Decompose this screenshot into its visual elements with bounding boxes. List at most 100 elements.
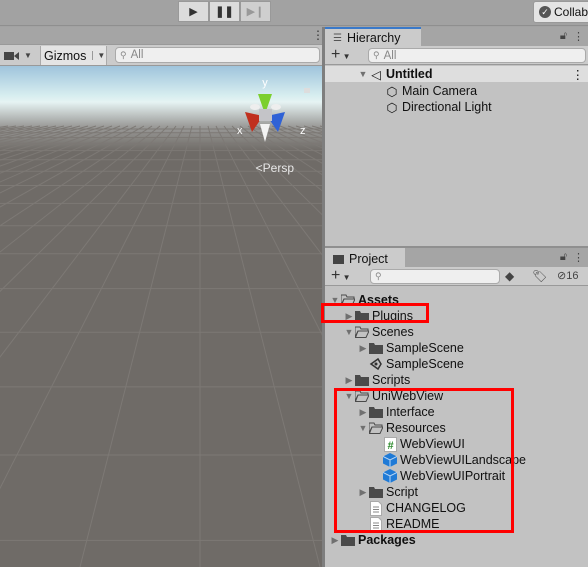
tab-hierarchy[interactable]: ☰ Hierarchy xyxy=(325,27,421,46)
add-button[interactable]: + ▼ xyxy=(331,46,350,64)
tree-item-label: SampleScene xyxy=(386,341,464,355)
pause-button[interactable]: ❚❚ xyxy=(209,1,240,22)
check-icon: ✓ xyxy=(539,6,551,18)
scene-toolbar: ▼ Gizmos ▼ ⚲ All xyxy=(0,45,322,66)
grid-line xyxy=(0,125,49,137)
expand-arrow-icon[interactable]: ▶ xyxy=(329,535,341,546)
main-toolbar: ▶ ❚❚ ▶❙ ✓ Collab xyxy=(0,0,588,26)
gameobject-icon: ⬡ xyxy=(386,84,398,99)
tree-item[interactable]: ▶ Packages xyxy=(329,532,416,548)
chevron-down-icon: ▼ xyxy=(340,273,351,282)
grid-line xyxy=(0,125,137,194)
lock-icon[interactable] xyxy=(304,88,310,93)
grid-line xyxy=(311,125,322,130)
scene-icon xyxy=(369,357,383,371)
search-placeholder: All xyxy=(383,49,397,62)
z-axis-label: z xyxy=(300,125,306,137)
hidden-count: 16 xyxy=(566,270,579,282)
scene-search-input[interactable]: ⚲ All xyxy=(115,47,320,63)
camera-dropdown[interactable]: ▼ xyxy=(4,47,38,64)
neg-x-cone xyxy=(271,104,281,110)
scene-row[interactable]: ▼ ◁ Untitled ⋮ xyxy=(325,66,588,82)
perspective-toggle[interactable]: <Persp xyxy=(256,161,294,175)
chevron-down-icon: ▼ xyxy=(24,51,32,60)
more-options-icon[interactable]: ⋮ xyxy=(573,30,584,43)
highlight-box-plugins xyxy=(321,303,429,323)
expand-arrow-icon[interactable]: ▶ xyxy=(357,343,369,354)
more-options-icon[interactable]: ⋮ xyxy=(312,29,324,41)
grid-line xyxy=(0,125,73,145)
hierarchy-search-input[interactable]: ⚲ All xyxy=(368,48,586,63)
grid-line xyxy=(287,125,322,139)
grid-line xyxy=(215,125,322,336)
tree-item-label: SampleScene xyxy=(386,357,464,371)
lock-icon[interactable]: 🔓︎ xyxy=(560,251,567,264)
filter-by-label-icon[interactable]: 🏷︎ xyxy=(532,269,547,283)
grid-line xyxy=(0,125,121,174)
filter-by-type-icon[interactable]: ◆ xyxy=(505,269,514,283)
neg-z-cone xyxy=(250,104,260,110)
gameobject-icon: ⬡ xyxy=(386,100,398,115)
y-axis-label: y xyxy=(262,77,268,89)
collapse-arrow-icon[interactable]: ▼ xyxy=(343,327,355,337)
list-item[interactable]: ⬡ Directional Light xyxy=(325,99,588,115)
x-axis-label: x xyxy=(237,125,243,137)
grid-line xyxy=(303,125,322,132)
collab-button[interactable]: ✓ Collab xyxy=(533,1,588,23)
center-cube xyxy=(259,109,272,121)
add-button[interactable]: + ▼ xyxy=(331,267,350,285)
grid-line xyxy=(207,125,321,567)
grid-line xyxy=(255,125,322,164)
eye-slash-icon: ⊘ xyxy=(557,270,567,282)
perspective-icon: < xyxy=(255,161,263,175)
step-button[interactable]: ▶❙ xyxy=(240,1,271,22)
item-label: Directional Light xyxy=(402,100,492,114)
camera-icon xyxy=(4,51,19,60)
grid-line xyxy=(0,125,97,156)
expand-arrow-icon[interactable]: ▼ xyxy=(357,69,369,79)
collab-label: Collab xyxy=(554,5,588,19)
folder-open-icon xyxy=(355,325,369,339)
grid-line xyxy=(263,125,322,156)
gizmos-dropdown[interactable]: Gizmos ▼ xyxy=(40,46,107,65)
scene-viewport[interactable]: y x z <Persp xyxy=(0,66,322,567)
tree-item[interactable]: ▶ SampleScene xyxy=(357,340,464,356)
grid-line xyxy=(0,125,185,490)
hidden-packages-toggle[interactable]: ⊘16 xyxy=(557,269,578,282)
more-options-icon[interactable]: ⋮ xyxy=(572,67,585,82)
project-search-input[interactable]: ⚲ xyxy=(370,269,500,284)
expand-arrow-icon[interactable]: ▶ xyxy=(343,375,355,386)
unity-scene-icon: ◁ xyxy=(371,67,381,82)
list-item[interactable]: ⬡ Main Camera xyxy=(325,83,588,99)
tree-item[interactable]: ▶ Scripts xyxy=(343,372,411,388)
grid-line xyxy=(0,125,25,131)
step-icon: ▶❙ xyxy=(246,6,265,18)
grid-line xyxy=(0,125,129,183)
play-button[interactable]: ▶ xyxy=(178,1,209,22)
list-icon: ☰ xyxy=(333,32,342,44)
folder-icon xyxy=(369,341,383,355)
tree-item-label: Packages xyxy=(358,533,416,547)
tree-item[interactable]: SampleScene xyxy=(357,356,464,372)
grid-line xyxy=(279,125,322,144)
hierarchy-toolbar: + ▼ ⚲ All xyxy=(325,46,588,65)
grid-line xyxy=(0,125,169,293)
chevron-down-icon: ▼ xyxy=(340,52,351,61)
more-options-icon[interactable]: ⋮ xyxy=(573,251,584,264)
grid-line xyxy=(0,125,113,167)
tree-item-label: Scripts xyxy=(372,373,411,387)
hierarchy-panel: ☰ Hierarchy 🔓︎ ⋮ + ▼ ⚲ All ▼ ◁ Untitled ⋮ ⬡… xyxy=(325,27,588,247)
grid-line xyxy=(0,125,89,152)
grid-line xyxy=(223,125,322,256)
grid-line xyxy=(231,125,322,216)
tab-project[interactable]: Project xyxy=(325,248,405,267)
tree-item[interactable]: ▼ Scenes xyxy=(343,324,414,340)
grid-line xyxy=(239,125,322,192)
orientation-gizmo[interactable]: y x z xyxy=(230,74,315,144)
scene-tab-bar: ⋮ xyxy=(0,27,324,45)
folder-icon xyxy=(355,373,369,387)
scene-view: ⋮ ▼ Gizmos ▼ ⚲ All y x z <Persp xyxy=(0,27,324,567)
highlight-box-uniwebview xyxy=(334,388,514,533)
folder-icon xyxy=(333,254,344,264)
lock-icon[interactable]: 🔓︎ xyxy=(560,30,567,43)
